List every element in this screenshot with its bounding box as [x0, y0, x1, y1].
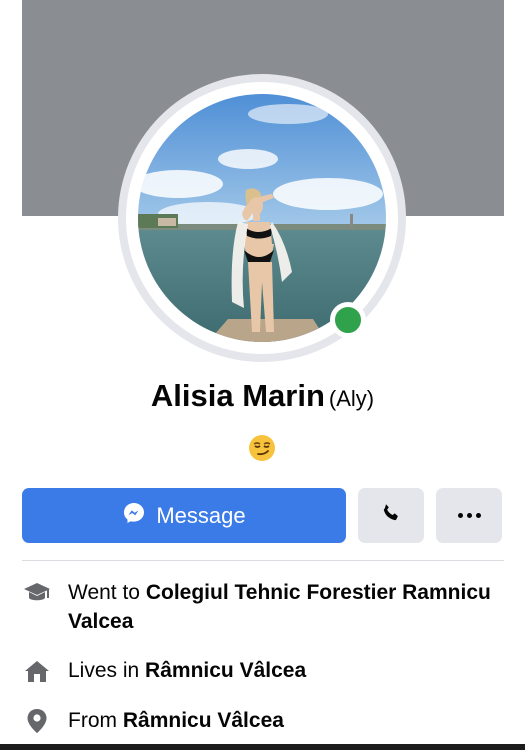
message-button[interactable]: Message: [22, 488, 346, 543]
home-icon: [22, 656, 52, 686]
message-button-label: Message: [156, 502, 246, 528]
more-options-button[interactable]: [436, 488, 502, 543]
lives-prefix: Lives in: [68, 659, 140, 682]
education-prefix: Went to: [68, 581, 140, 604]
profile-name-row: Alisia Marin (Aly): [0, 378, 525, 414]
online-status-indicator: [330, 302, 366, 338]
phone-icon: [380, 502, 402, 529]
profile-name: Alisia Marin: [150, 378, 325, 413]
from-city-link[interactable]: Râmnicu Vâlcea: [123, 709, 284, 732]
intro-lives: Lives in Râmnicu Vâlcea: [22, 656, 504, 686]
location-pin-icon: [22, 706, 52, 736]
intro-from: From Râmnicu Vâlcea: [22, 706, 504, 736]
messenger-icon: [122, 501, 146, 530]
bottom-edge: [0, 744, 525, 750]
from-prefix: From: [68, 709, 117, 732]
intro-education: Went to Colegiul Tehnic Forestier Ramnic…: [22, 578, 504, 636]
lives-city-link[interactable]: Râmnicu Vâlcea: [145, 659, 306, 682]
education-text: Went to Colegiul Tehnic Forestier Ramnic…: [68, 578, 504, 636]
graduation-cap-icon: [22, 578, 52, 608]
from-text: From Râmnicu Vâlcea: [68, 706, 284, 735]
profile-nickname: (Aly): [328, 386, 375, 411]
call-button[interactable]: [358, 488, 424, 543]
more-dots-icon: [457, 513, 481, 518]
smirk-emoji-icon: [248, 434, 276, 462]
section-divider: [22, 560, 504, 561]
lives-text: Lives in Râmnicu Vâlcea: [68, 656, 306, 685]
